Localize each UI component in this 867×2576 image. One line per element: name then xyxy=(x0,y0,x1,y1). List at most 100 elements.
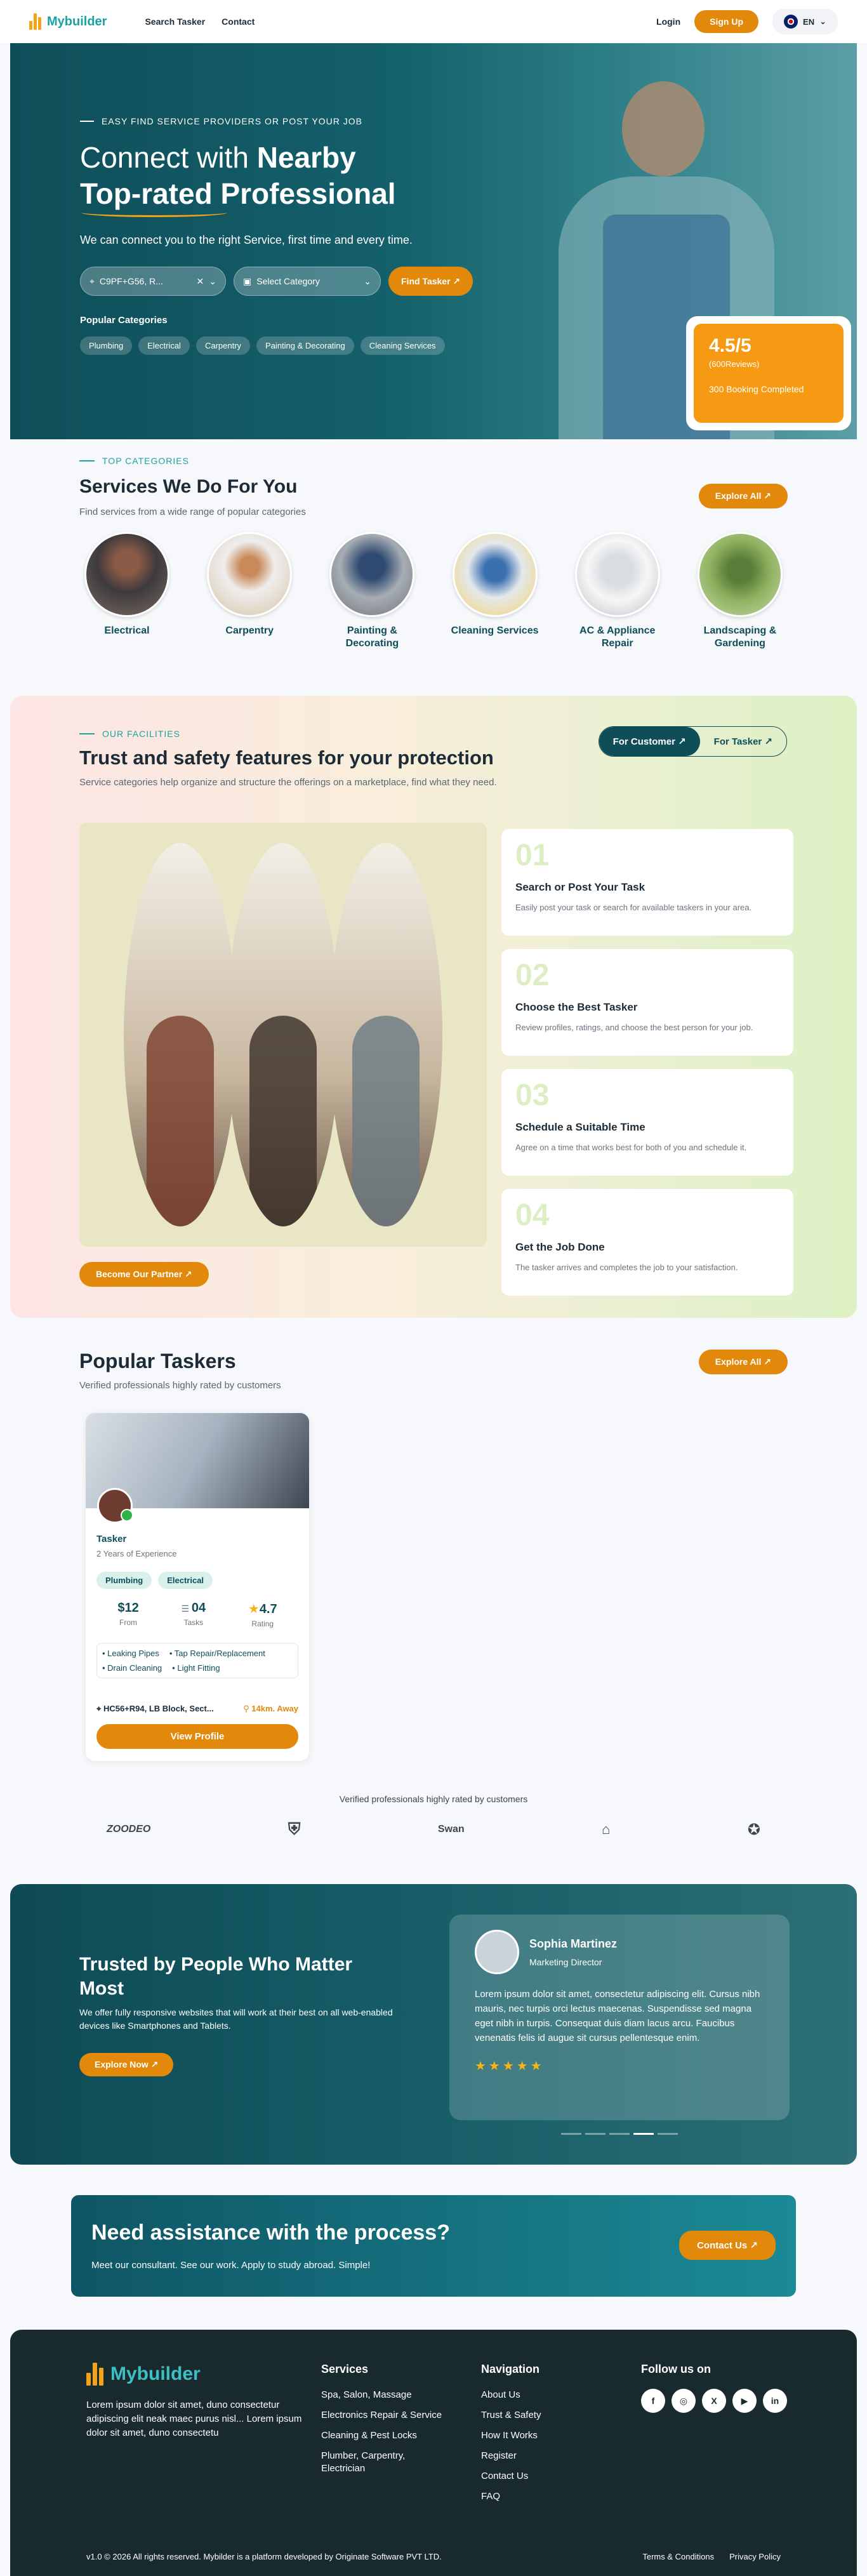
view-profile-button[interactable]: View Profile xyxy=(96,1724,298,1749)
service-cleaning[interactable]: Cleaning Services xyxy=(447,532,543,650)
testimonial-card: Sophia Martinez Marketing Director Lorem … xyxy=(449,1915,790,2120)
popular-categories: Plumbing Electrical Carpentry Painting &… xyxy=(80,336,445,355)
audience-toggle: For Customer ↗ For Tasker ↗ xyxy=(598,726,787,757)
tab-for-tasker[interactable]: For Tasker ↗ xyxy=(700,727,786,756)
footer-link[interactable]: Register xyxy=(481,2450,541,2462)
carousel-dot[interactable] xyxy=(585,2133,606,2135)
category-select[interactable]: ▣ Select Category ⌄ xyxy=(234,267,381,296)
explore-all-button[interactable]: Explore All ↗ xyxy=(698,484,788,508)
footer-link[interactable]: Contact Us xyxy=(481,2470,541,2483)
youtube-icon[interactable]: ▶ xyxy=(732,2389,757,2413)
trust-section: OUR FACILITIES Trust and safety features… xyxy=(10,696,857,1318)
map-pin-icon: ⌖ xyxy=(89,276,95,286)
footer-link[interactable]: Electronics Repair & Service xyxy=(321,2409,442,2422)
explore-all-taskers-button[interactable]: Explore All ↗ xyxy=(698,1350,788,1374)
become-partner-button[interactable]: Become Our Partner ↗ xyxy=(79,1262,209,1287)
footer-desc: Lorem ipsum dolor sit amet, duno consect… xyxy=(86,2400,302,2438)
services-list: Electrical Carpentry Painting & Decorati… xyxy=(79,532,788,650)
nav-contact[interactable]: Contact xyxy=(222,17,255,27)
carousel-dot[interactable] xyxy=(609,2133,630,2135)
location-input[interactable]: ⌖ C9PF+G56, R... ✕ ⌄ xyxy=(80,267,226,296)
login-link[interactable]: Login xyxy=(656,17,680,27)
service-ac-repair[interactable]: AC & Appliance Repair xyxy=(570,532,665,650)
hero-search: ⌖ C9PF+G56, R... ✕ ⌄ ▣ Select Category ⌄… xyxy=(80,267,473,296)
facebook-icon[interactable]: f xyxy=(641,2389,665,2413)
brand-logos: ZOODEO ⛨ Swan ⌂ ✪ xyxy=(107,1819,760,1840)
service-painting[interactable]: Painting & Decorating xyxy=(324,532,420,650)
stat-price: $12 From xyxy=(117,1601,139,1627)
footer-services: Services Spa, Salon, Massage Electronics… xyxy=(321,2363,442,2475)
nav-search-tasker[interactable]: Search Tasker xyxy=(145,17,205,27)
instagram-icon[interactable]: ◎ xyxy=(672,2389,696,2413)
carousel-dot[interactable] xyxy=(658,2133,678,2135)
brand-logo[interactable]: Mybuilder xyxy=(29,13,107,30)
skill-item: Tap Repair/Replacement xyxy=(169,1649,265,1658)
service-electrical[interactable]: Electrical xyxy=(79,532,175,650)
footer: Mybuilder Lorem ipsum dolor sit amet, du… xyxy=(10,2330,857,2576)
testimonial-desc: We offer fully responsive websites that … xyxy=(79,2007,393,2031)
service-carpentry[interactable]: Carpentry xyxy=(202,532,297,650)
linkedin-icon[interactable]: in xyxy=(763,2389,787,2413)
find-tasker-button[interactable]: Find Tasker ↗ xyxy=(388,267,473,296)
terms-link[interactable]: Terms & Conditions xyxy=(642,2552,714,2561)
service-image xyxy=(207,532,293,617)
chevron-down-icon[interactable]: ⌄ xyxy=(209,276,216,287)
trust-image xyxy=(79,823,487,1247)
brand-logo-swan: Swan xyxy=(437,1824,465,1835)
step-card: 03 Schedule a Suitable Time Agree on a tim… xyxy=(501,1069,793,1176)
signup-button[interactable]: Sign Up xyxy=(694,10,759,33)
carousel-dot[interactable] xyxy=(633,2133,654,2135)
logo-icon xyxy=(86,2363,105,2386)
reviews-count: (600Reviews) xyxy=(709,359,760,369)
footer-logo[interactable]: Mybuilder xyxy=(86,2363,201,2386)
stat-rating: ★4.7 Rating xyxy=(248,1602,277,1628)
service-image xyxy=(452,532,538,617)
footer-link[interactable]: Trust & Safety xyxy=(481,2409,541,2422)
tasker-chip: Electrical xyxy=(158,1572,213,1589)
footer-link[interactable]: Plumber, Carpentry, Electrician xyxy=(321,2450,429,2475)
skill-item: Drain Cleaning xyxy=(102,1663,162,1673)
services-eyebrow: TOP CATEGORIES xyxy=(79,456,189,466)
rating-card: 4.5/5 (600Reviews) 300 Booking Completed xyxy=(686,316,851,430)
brand-logo-zoodeo: ZOODEO xyxy=(107,1824,151,1835)
carousel-dots xyxy=(561,2133,678,2135)
footer-link[interactable]: Spa, Salon, Massage xyxy=(321,2389,442,2401)
tasker-skills: Leaking Pipes Tap Repair/Replacement Dra… xyxy=(96,1643,298,1678)
footer-link[interactable]: Cleaning & Pest Locks xyxy=(321,2429,442,2442)
skill-item: Leaking Pipes xyxy=(102,1649,159,1658)
hero-eyebrow: EASY FIND SERVICE PROVIDERS OR POST YOUR… xyxy=(80,116,362,126)
tasker-stats: $12 From ☰ 04 Tasks ★4.7 Rating xyxy=(96,1601,298,1628)
carousel-dot[interactable] xyxy=(561,2133,581,2135)
bookings-count: 300 Booking Completed xyxy=(709,384,804,394)
step-card: 01 Search or Post Your Task Easily post yo… xyxy=(501,829,793,936)
category-chip[interactable]: Carpentry xyxy=(195,336,251,355)
header: Mybuilder Search Tasker Contact Login Si… xyxy=(0,0,867,43)
help-desc: Meet our consultant. See our work. Apply… xyxy=(91,2260,371,2271)
service-image xyxy=(84,532,169,617)
contact-us-button[interactable]: Contact Us ↗ xyxy=(679,2231,776,2260)
trust-eyebrow: OUR FACILITIES xyxy=(79,729,180,739)
category-chip[interactable]: Electrical xyxy=(138,336,190,355)
category-chip[interactable]: Painting & Decorating xyxy=(256,336,354,355)
clear-icon[interactable]: ✕ xyxy=(197,276,204,287)
header-actions: Login Sign Up EN ⌄ xyxy=(656,9,838,34)
hero-title: Connect with Nearby Top-rated Professiona… xyxy=(80,141,396,210)
x-icon[interactable]: X xyxy=(702,2389,726,2413)
service-landscaping[interactable]: Landscaping & Gardening xyxy=(692,532,788,650)
language-select[interactable]: EN ⌄ xyxy=(772,9,838,34)
explore-now-button[interactable]: Explore Now ↗ xyxy=(79,2053,174,2076)
privacy-link[interactable]: Privacy Policy xyxy=(729,2552,781,2561)
steps-list: 01 Search or Post Your Task Easily post yo… xyxy=(501,829,793,1309)
category-chip[interactable]: Cleaning Services xyxy=(360,336,445,355)
skill-item: Light Fitting xyxy=(172,1663,220,1673)
category-chip[interactable]: Plumbing xyxy=(80,336,133,355)
footer-link[interactable]: About Us xyxy=(481,2389,541,2401)
tab-for-customer[interactable]: For Customer ↗ xyxy=(599,727,700,756)
service-image xyxy=(329,532,415,617)
main-nav: Search Tasker Contact xyxy=(145,17,656,27)
footer-link[interactable]: FAQ xyxy=(481,2490,541,2503)
language-label: EN xyxy=(803,17,815,27)
footer-link[interactable]: How It Works xyxy=(481,2429,541,2442)
hero-subtitle: We can connect you to the right Service,… xyxy=(80,234,413,246)
brands-strip: Verified professionals highly rated by c… xyxy=(0,1794,867,1840)
